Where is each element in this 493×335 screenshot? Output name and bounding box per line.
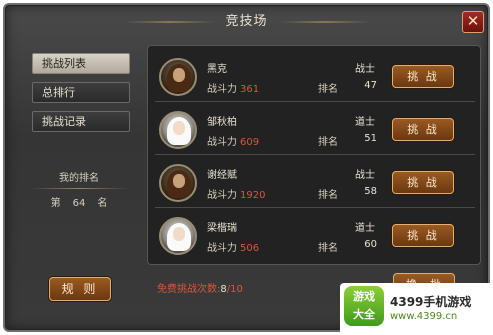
rank-label: 排名	[318, 137, 338, 148]
opponent-row: 邹秋柏 道士 战斗力 609 排名 51 挑 战	[155, 109, 475, 155]
watermark-line1: 4399手机游戏	[390, 295, 472, 309]
rank-value: 51	[364, 133, 377, 144]
my-rank-prefix: 第	[50, 198, 61, 209]
watermark-logo: 游戏 大全	[344, 286, 384, 326]
rank-value: 47	[364, 80, 377, 91]
rank-value: 60	[364, 239, 377, 250]
nav-challenge-records[interactable]: 挑战记录	[32, 111, 130, 132]
rank-value: 58	[364, 186, 377, 197]
my-rank-label: 我的排名	[59, 173, 99, 184]
my-rank-suffix: 名	[97, 198, 108, 209]
arena-window: 竞技场 ✕ 挑战列表 总排行 挑战记录 我的排名 第 64 名 规 则 黑克 战士 …	[3, 3, 492, 333]
opponent-name: 谢经赋	[207, 170, 237, 181]
watermark-line2: www.4399.cn	[390, 311, 458, 322]
nav-total-ranking[interactable]: 总排行	[32, 82, 130, 103]
power-value: 506	[240, 243, 260, 254]
free-challenge-count: 免费挑战次数:8/10	[157, 284, 243, 295]
taoist-avatar	[159, 217, 197, 255]
rank-label: 排名	[318, 190, 338, 201]
opponent-row: 谢经赋 战士 战斗力 1920 排名 58 挑 战	[155, 162, 475, 208]
my-rank-divider	[29, 188, 129, 189]
challenge-button[interactable]: 挑 战	[392, 118, 454, 141]
my-rank-line: 第 64 名	[19, 194, 139, 209]
rank-label: 排名	[318, 243, 338, 254]
nav-challenge-list[interactable]: 挑战列表	[32, 53, 130, 74]
rank-label: 排名	[318, 84, 338, 95]
opponent-name: 梁楷瑞	[207, 223, 237, 234]
watermark: 游戏 大全 4399手机游戏 www.4399.cn	[340, 283, 492, 333]
power-label: 战斗力 506	[207, 243, 260, 254]
power-value: 609	[240, 137, 260, 148]
my-rank-value: 64	[72, 198, 86, 209]
opponent-name: 邹秋柏	[207, 117, 237, 128]
challenge-button[interactable]: 挑 战	[392, 171, 454, 194]
warrior-avatar	[159, 164, 197, 202]
opponent-class: 道士	[355, 117, 375, 128]
power-label: 战斗力 609	[207, 137, 260, 148]
power-label: 战斗力 1920	[207, 190, 266, 201]
opponent-list: 黑克 战士 战斗力 361 排名 47 挑 战 邹秋柏 道士 战斗力 609 排名 …	[147, 45, 481, 265]
challenge-button[interactable]: 挑 战	[392, 224, 454, 247]
opponent-class: 战士	[355, 170, 375, 181]
opponent-class: 道士	[355, 223, 375, 234]
opponent-name: 黑克	[207, 64, 227, 75]
opponent-row: 黑克 战士 战斗力 361 排名 47 挑 战	[155, 56, 475, 102]
power-value: 361	[240, 84, 260, 95]
power-label: 战斗力 361	[207, 84, 260, 95]
opponent-row: 梁楷瑞 道士 战斗力 506 排名 60 挑 战	[155, 215, 475, 261]
my-rank-box: 我的排名 第 64 名	[19, 169, 139, 209]
close-button[interactable]: ✕	[462, 11, 484, 33]
left-panel: 挑战列表 总排行 挑战记录 我的排名 第 64 名 规 则	[19, 45, 139, 327]
window-title: 竞技场	[225, 14, 268, 29]
opponent-class: 战士	[355, 64, 375, 75]
power-value: 1920	[240, 190, 266, 201]
challenge-button[interactable]: 挑 战	[392, 65, 454, 88]
taoist-avatar	[159, 111, 197, 149]
warrior-avatar	[159, 58, 197, 96]
rules-button[interactable]: 规 则	[49, 277, 111, 301]
close-icon: ✕	[466, 12, 480, 30]
